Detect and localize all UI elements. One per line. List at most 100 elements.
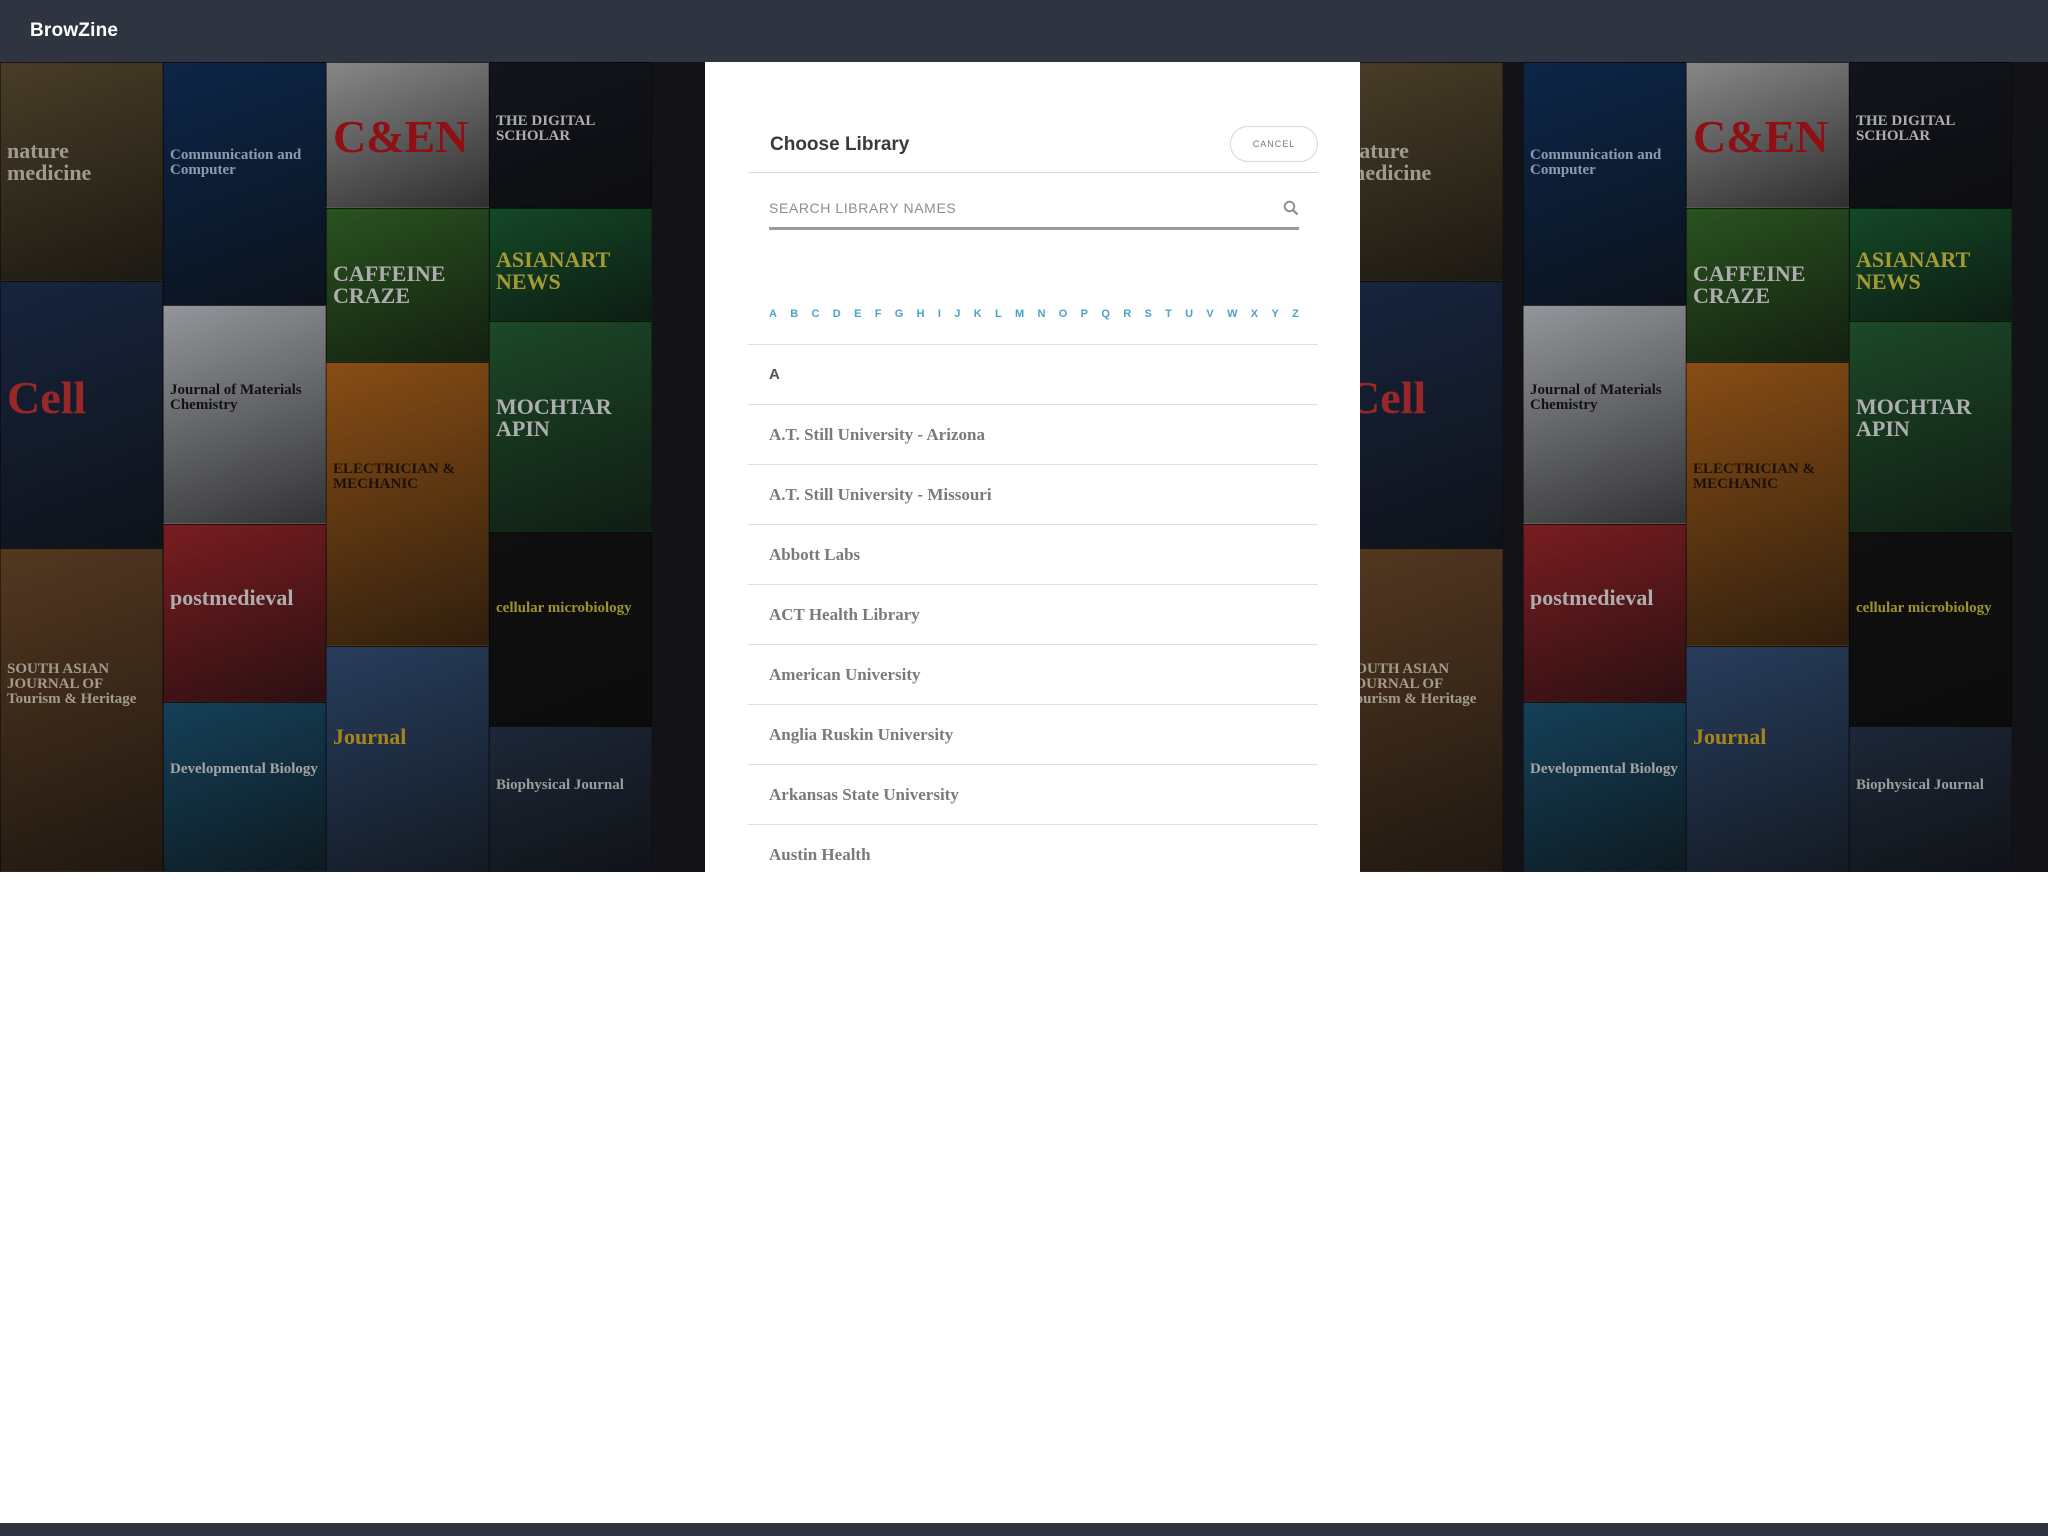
library-item[interactable]: A.T. Still University - Missouri	[748, 464, 1318, 524]
journal-cover-title: CAFFEINE CRAZE	[333, 263, 446, 307]
journal-cover: Journal	[326, 646, 489, 872]
journal-cover: ELECTRICIAN & MECHANIC	[326, 362, 489, 646]
journal-cover: THE DIGITAL SCHOLAR	[1849, 62, 2012, 208]
library-item[interactable]: Anglia Ruskin University	[748, 704, 1318, 764]
journal-cover-title: Communication and Computer	[170, 148, 302, 178]
choose-library-modal: Choose Library CANCEL ABCDEFGHIJKLMNOPQR…	[705, 62, 1360, 872]
journal-cover-title: postmedieval	[1530, 587, 1654, 609]
section-header-a: A	[748, 344, 1318, 404]
library-item[interactable]: Arkansas State University	[748, 764, 1318, 824]
modal-title: Choose Library	[770, 134, 910, 155]
alphabet-letter-q[interactable]: Q	[1101, 308, 1110, 326]
alphabet-letter-f[interactable]: F	[875, 308, 882, 326]
library-item[interactable]: A.T. Still University - Arizona	[748, 404, 1318, 464]
journal-cover-title: Journal of Materials Chemistry	[170, 383, 302, 413]
alphabet-letter-h[interactable]: H	[917, 308, 925, 326]
journal-cover: Communication and Computer	[163, 62, 326, 305]
journal-cover-title: nature medicine	[7, 140, 92, 184]
journal-cover-title: Journal	[1693, 726, 1767, 748]
journal-cover: ELECTRICIAN & MECHANIC	[1686, 362, 1849, 646]
journal-cover-title: Communication and Computer	[1530, 148, 1662, 178]
search-library-input[interactable]	[769, 190, 1259, 226]
bottom-bar	[0, 1523, 2048, 1536]
library-item[interactable]: Austin Health	[748, 824, 1318, 872]
journal-cover-title: ELECTRICIAN & MECHANIC	[1693, 462, 1816, 492]
search-icon[interactable]	[1283, 200, 1299, 216]
journal-cover-title: MOCHTAR APIN	[496, 396, 612, 440]
alphabet-letter-l[interactable]: L	[995, 308, 1002, 326]
journal-cover-title: Biophysical Journal	[1856, 778, 1984, 793]
journal-cover-title: cellular microbiology	[496, 601, 632, 616]
library-item[interactable]: Abbott Labs	[748, 524, 1318, 584]
journal-cover: Journal of Materials Chemistry	[163, 305, 326, 524]
alphabet-letter-b[interactable]: B	[790, 308, 798, 326]
journal-cover: C&EN	[326, 62, 489, 208]
library-item[interactable]: American University	[748, 644, 1318, 704]
journal-cover: postmedieval	[163, 524, 326, 702]
alphabet-letter-j[interactable]: J	[954, 308, 960, 326]
journal-cover-title: Developmental Biology	[170, 762, 318, 777]
journal-cover-title: ASIANART NEWS	[1856, 249, 1970, 293]
alphabet-letter-k[interactable]: K	[974, 308, 982, 326]
alphabet-letter-m[interactable]: M	[1015, 308, 1024, 326]
journal-cover: ASIANART NEWS	[489, 208, 652, 321]
journal-cover: Journal	[1686, 646, 1849, 872]
journal-cover-title: Developmental Biology	[1530, 762, 1678, 777]
top-bar: BrowZine	[0, 0, 2048, 62]
alphabet-letter-z[interactable]: Z	[1292, 308, 1299, 326]
journal-cover: SOUTH ASIAN JOURNAL OF Tourism & Heritag…	[0, 548, 163, 872]
journal-cover: C&EN	[1686, 62, 1849, 208]
library-list: A A.T. Still University - Arizona A.T. Sti…	[748, 344, 1318, 872]
journal-cover: SOUTH ASIAN JOURNAL OF Tourism & Heritag…	[1340, 548, 1503, 872]
alphabet-letter-x[interactable]: X	[1251, 308, 1258, 326]
alphabet-letter-n[interactable]: N	[1038, 308, 1046, 326]
alphabet-letter-g[interactable]: G	[895, 308, 904, 326]
alphabet-letter-o[interactable]: O	[1059, 308, 1068, 326]
journal-cover-title: ASIANART NEWS	[496, 249, 610, 293]
journal-cover-title: Cell	[7, 375, 87, 421]
alphabet-letter-r[interactable]: R	[1123, 308, 1131, 326]
journal-cover-title: cellular microbiology	[1856, 601, 1992, 616]
journal-cover-title: Journal of Materials Chemistry	[1530, 383, 1662, 413]
alphabet-letter-w[interactable]: W	[1227, 308, 1237, 326]
journal-cover-title: THE DIGITAL SCHOLAR	[1856, 114, 1955, 144]
journal-cover: ASIANART NEWS	[1849, 208, 2012, 321]
journal-cover: Developmental Biology	[1523, 702, 1686, 872]
journal-cover-title: nature medicine	[1347, 140, 1432, 184]
library-item[interactable]: ACT Health Library	[748, 584, 1318, 644]
alphabet-letter-p[interactable]: P	[1081, 308, 1088, 326]
alphabet-letter-s[interactable]: S	[1144, 308, 1151, 326]
brand-logo[interactable]: BrowZine	[30, 20, 118, 42]
journal-cover-title: THE DIGITAL SCHOLAR	[496, 114, 595, 144]
journal-cover-title: Journal	[333, 726, 407, 748]
journal-cover: Biophysical Journal	[1849, 726, 2012, 872]
alphabet-index: ABCDEFGHIJKLMNOPQRSTUVWXYZ	[769, 308, 1299, 326]
journal-cover: nature medicine	[0, 62, 163, 281]
alphabet-letter-a[interactable]: A	[769, 308, 777, 326]
alphabet-letter-c[interactable]: C	[812, 308, 820, 326]
alphabet-letter-d[interactable]: D	[833, 308, 841, 326]
cancel-button[interactable]: CANCEL	[1230, 126, 1318, 162]
journal-cover: Biophysical Journal	[489, 726, 652, 872]
journal-cover-title: SOUTH ASIAN JOURNAL OF Tourism & Heritag…	[1347, 662, 1477, 707]
journal-cover: Journal of Materials Chemistry	[1523, 305, 1686, 524]
journal-cover: nature medicine	[1340, 62, 1503, 281]
journal-cover-title: postmedieval	[170, 587, 294, 609]
alphabet-letter-u[interactable]: U	[1185, 308, 1193, 326]
journal-cover-title: C&EN	[1693, 114, 1829, 160]
journal-cover-title: SOUTH ASIAN JOURNAL OF Tourism & Heritag…	[7, 662, 137, 707]
alphabet-letter-e[interactable]: E	[854, 308, 861, 326]
alphabet-letter-y[interactable]: Y	[1271, 308, 1278, 326]
journal-cover: MOCHTAR APIN	[489, 321, 652, 532]
alphabet-letter-t[interactable]: T	[1165, 308, 1172, 326]
journal-cover-title: Biophysical Journal	[496, 778, 624, 793]
alphabet-letter-v[interactable]: V	[1206, 308, 1213, 326]
modal-header: Choose Library CANCEL	[748, 62, 1318, 173]
journal-cover-title: C&EN	[333, 114, 469, 160]
journal-cover: postmedieval	[1523, 524, 1686, 702]
journal-cover-title: ELECTRICIAN & MECHANIC	[333, 462, 456, 492]
journal-cover-title: MOCHTAR APIN	[1856, 396, 1972, 440]
journal-cover: Communication and Computer	[1523, 62, 1686, 305]
alphabet-letter-i[interactable]: I	[938, 308, 941, 326]
journal-cover: Cell	[0, 281, 163, 548]
